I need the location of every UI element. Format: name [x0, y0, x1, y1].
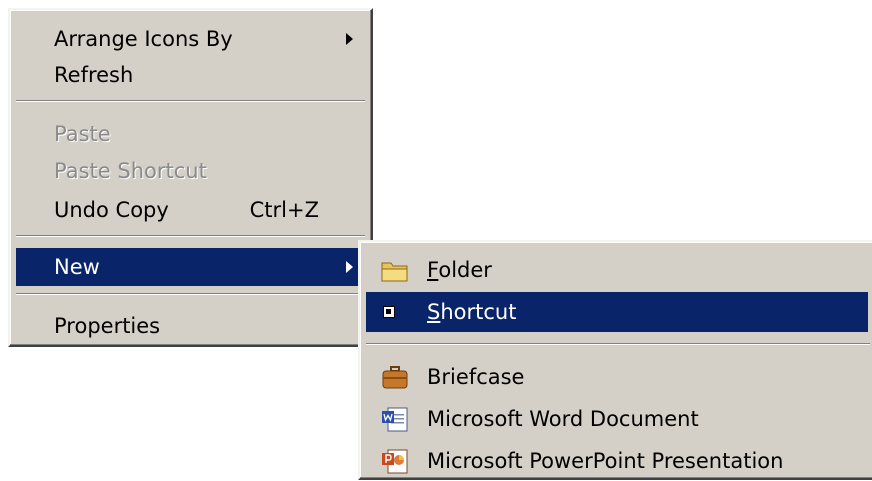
menu-item-label: Refresh	[54, 63, 134, 87]
menu-item-label: older	[438, 258, 492, 282]
submenu-item-folder[interactable]: Folder	[366, 250, 868, 290]
desktop-context-menu: Arrange Icons By Refresh Paste Paste Sho…	[8, 8, 373, 347]
new-submenu: Folder Shortcut Briefcase Microsoft Word…	[358, 240, 872, 480]
menu-item-label: Properties	[54, 314, 161, 338]
folder-icon	[381, 262, 408, 282]
menu-separator	[16, 293, 365, 295]
menu-item-paste-shortcut: Paste Shortcut	[16, 152, 365, 190]
submenu-item-briefcase[interactable]: Briefcase	[366, 357, 868, 397]
menu-item-properties[interactable]: Properties	[16, 307, 365, 345]
menu-item-paste: Paste	[16, 115, 365, 153]
menu-item-label: hortcut	[440, 300, 517, 324]
menu-item-label: Paste	[54, 122, 111, 146]
mnemonic-char: F	[427, 258, 439, 282]
menu-item-arrange-icons-by[interactable]: Arrange Icons By	[16, 20, 365, 58]
submenu-item-word-document[interactable]: Microsoft Word Document	[366, 399, 868, 439]
menu-item-label: Briefcase	[427, 365, 525, 389]
menu-item-new[interactable]: New	[16, 248, 365, 286]
menu-item-undo-copy[interactable]: Undo Copy Ctrl+Z	[16, 191, 365, 229]
menu-item-refresh[interactable]: Refresh	[16, 56, 365, 94]
menu-item-label: Paste Shortcut	[54, 159, 207, 183]
submenu-arrow-icon	[346, 261, 353, 273]
menu-separator	[16, 100, 365, 102]
mnemonic-char: S	[427, 300, 441, 324]
menu-item-label: Microsoft Word Document	[427, 407, 699, 431]
menu-item-label: Microsoft PowerPoint Presentation	[427, 449, 784, 473]
shortcut-icon	[383, 306, 395, 318]
word-document-icon	[382, 407, 408, 432]
menu-item-label: Undo Copy	[54, 198, 169, 222]
submenu-arrow-icon	[346, 33, 353, 45]
menu-separator	[366, 343, 870, 345]
submenu-item-shortcut[interactable]: Shortcut	[366, 292, 868, 332]
menu-item-label: Arrange Icons By	[54, 27, 233, 51]
menu-item-label: New	[54, 255, 100, 279]
submenu-item-powerpoint-presentation[interactable]: Microsoft PowerPoint Presentation	[366, 441, 868, 481]
briefcase-icon	[382, 366, 408, 389]
keyboard-shortcut: Ctrl+Z	[249, 198, 319, 222]
menu-separator	[16, 235, 365, 237]
